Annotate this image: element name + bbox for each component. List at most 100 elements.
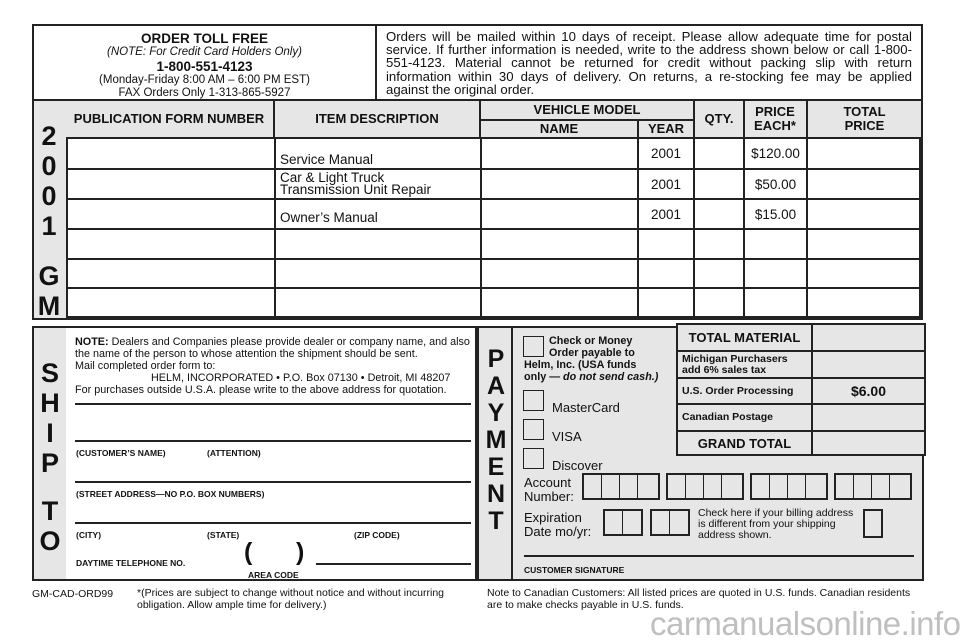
michigan-tax-input[interactable] — [813, 352, 924, 377]
publication-input[interactable] — [70, 289, 274, 316]
watermark: carmanualsonline.info — [650, 605, 960, 640]
us-processing-value: $6.00 — [850, 382, 887, 399]
street-address-input[interactable] — [75, 460, 471, 480]
vehicle-name-input[interactable] — [482, 200, 637, 228]
total-price-input[interactable] — [808, 230, 919, 258]
expiration-month-input[interactable] — [603, 509, 643, 536]
vehicle-name-input[interactable] — [482, 260, 637, 287]
vehicle-name-input[interactable] — [482, 289, 637, 316]
total-material-input[interactable] — [813, 325, 924, 350]
vehicle-year: 2001 — [650, 146, 682, 161]
order-section: 2 0 0 1 G M PUBLICATION FORM NUMBER ITEM… — [32, 99, 923, 321]
vehicle-year-input[interactable] — [639, 289, 693, 316]
city-state-zip-input[interactable] — [75, 501, 471, 521]
side-letter: 1 — [41, 211, 57, 241]
publication-input[interactable] — [70, 170, 274, 198]
publication-input[interactable] — [70, 260, 274, 287]
side-letter: 0 — [41, 151, 57, 181]
publication-input[interactable] — [70, 230, 274, 258]
publication-input[interactable] — [70, 200, 274, 228]
total-price-input[interactable] — [808, 289, 919, 316]
price-each-input[interactable] — [745, 260, 806, 287]
dealer-note: NOTE: Dealers and Companies please provi… — [75, 336, 475, 360]
ship-note: NOTE: Dealers and Companies please provi… — [75, 336, 475, 396]
qty-input[interactable] — [695, 139, 743, 168]
grand-total-input[interactable] — [813, 432, 924, 454]
side-letter: O — [39, 526, 61, 556]
visa-checkbox[interactable] — [523, 419, 544, 440]
price-each-input[interactable] — [745, 230, 806, 258]
qty-input[interactable] — [695, 170, 743, 198]
vehicle-name-input[interactable] — [482, 170, 637, 198]
account-label-line: Account — [524, 475, 571, 490]
header-publication-form-number: PUBLICATION FORM NUMBER — [73, 111, 265, 126]
customer-signature-input[interactable] — [524, 534, 914, 554]
header-price-each: PRICE EACH* — [754, 104, 796, 133]
total-price-input[interactable] — [808, 139, 919, 168]
total-price-input[interactable] — [808, 260, 919, 287]
price-each-input[interactable] — [745, 289, 806, 316]
side-letter: H — [40, 388, 60, 418]
signature-line — [524, 555, 914, 557]
check-money-order-checkbox[interactable] — [523, 336, 544, 357]
item-description: Service Manual — [280, 152, 374, 167]
qty-input[interactable] — [695, 230, 743, 258]
note-label: NOTE: — [75, 336, 109, 348]
michigan-tax-label-line: add 6% sales tax — [682, 364, 767, 376]
qty-input[interactable] — [695, 260, 743, 287]
form-code: GM-CAD-ORD99 — [32, 588, 114, 600]
price-each: $50.00 — [754, 176, 797, 192]
order-table: Service Manual 2001 $120.00 Car & Light … — [66, 137, 921, 318]
qty-input[interactable] — [695, 289, 743, 316]
qty-input[interactable] — [695, 200, 743, 228]
account-number-group-4[interactable] — [834, 473, 912, 500]
no-cash-note: do not send cash.) — [563, 371, 659, 383]
side-letter: M — [37, 291, 61, 321]
side-label-ship-to: S H I P T O — [34, 358, 66, 556]
vehicle-year-input[interactable] — [639, 230, 693, 258]
note-text: Dealers and Companies please provide dea… — [75, 336, 470, 360]
item-description-input[interactable] — [276, 260, 480, 287]
vehicle-name-input[interactable] — [482, 230, 637, 258]
expiration-year-input[interactable] — [650, 509, 690, 536]
vehicle-year-input[interactable] — [639, 260, 693, 287]
area-code-input[interactable] — [262, 543, 292, 567]
mastercard-label: MasterCard — [552, 400, 620, 415]
attention-label: (ATTENTION) — [207, 448, 261, 458]
discover-label: Discover — [552, 458, 603, 473]
us-processing-row: U.S. Order Processing $6.00 — [678, 379, 924, 405]
city-label: (CITY) — [76, 530, 102, 540]
account-number-group-3[interactable] — [750, 473, 828, 500]
zip-code-label: (ZIP CODE) — [354, 530, 400, 540]
side-letter: T — [41, 496, 59, 526]
policy-box: Orders will be mailed within 10 days of … — [375, 24, 923, 101]
customer-name-input[interactable] — [75, 406, 471, 436]
phone-number-line — [316, 563, 471, 565]
item-description-input[interactable] — [276, 289, 480, 316]
vehicle-name-input[interactable] — [482, 139, 637, 168]
visa-label: VISA — [552, 429, 582, 444]
account-number-group-2[interactable] — [666, 473, 744, 500]
mail-address: HELM, INCORPORATED • P.O. Box 07130 • De… — [151, 372, 451, 384]
outside-usa-note: For purchases outside U.S.A. please writ… — [75, 384, 447, 396]
canadian-postage-label: Canadian Postage — [682, 411, 774, 423]
phone-number-input[interactable] — [316, 546, 471, 562]
side-letter: P — [487, 345, 505, 373]
michigan-tax-row: Michigan Purchasers add 6% sales tax — [678, 352, 924, 379]
canadian-postage-row: Canadian Postage — [678, 405, 924, 432]
publication-input[interactable] — [70, 139, 274, 168]
total-price-input[interactable] — [808, 200, 919, 228]
side-letter: I — [46, 418, 54, 448]
canadian-postage-input[interactable] — [813, 405, 924, 430]
total-price-input[interactable] — [808, 170, 919, 198]
header-qty: QTY. — [704, 111, 734, 126]
account-number-group-1[interactable] — [582, 473, 660, 500]
price-change-note: *(Prices are subject to change without n… — [137, 587, 445, 611]
side-letter: S — [40, 358, 59, 388]
mastercard-checkbox[interactable] — [523, 390, 544, 411]
side-letter: 0 — [41, 181, 57, 211]
discover-checkbox[interactable] — [523, 448, 544, 469]
item-description-input[interactable] — [276, 230, 480, 258]
area-code-label: AREA CODE — [248, 570, 299, 580]
city-line — [75, 522, 471, 524]
